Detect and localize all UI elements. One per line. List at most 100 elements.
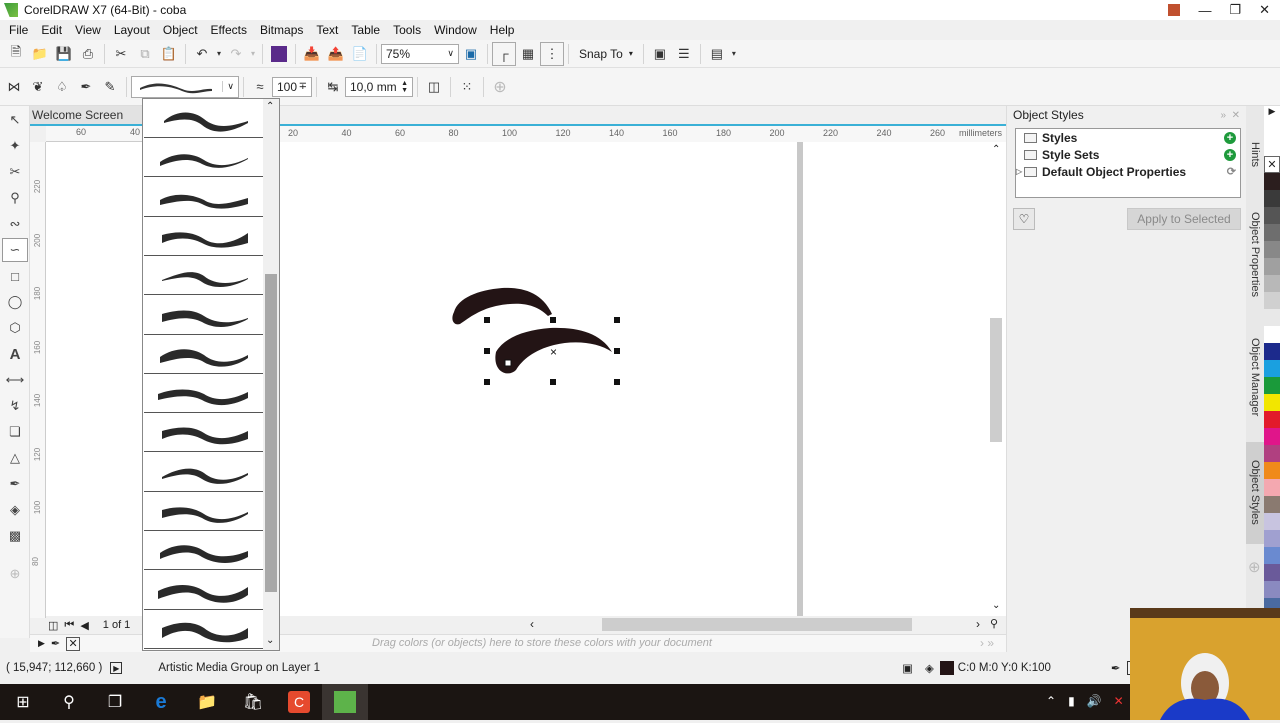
menu-tools[interactable]: Tools bbox=[393, 23, 421, 37]
color-proofing-icon[interactable]: ▣ bbox=[902, 661, 913, 675]
drop-shadow-tool-icon[interactable]: ❏ bbox=[2, 420, 28, 444]
camtasia-icon[interactable]: C bbox=[276, 684, 322, 720]
tab-hints[interactable]: Hints bbox=[1246, 124, 1264, 180]
connector-tool-icon[interactable]: ↯ bbox=[2, 394, 28, 418]
scroll-up-icon[interactable]: ⌃ bbox=[266, 101, 274, 112]
menu-table[interactable]: Table bbox=[351, 23, 380, 37]
save-icon[interactable]: 💾 bbox=[52, 42, 76, 66]
tab-object-styles[interactable]: Object Styles bbox=[1246, 442, 1264, 544]
new-document-icon[interactable]: 🗎 bbox=[4, 42, 28, 66]
show-grid-icon[interactable]: ▦ bbox=[516, 42, 540, 66]
add-style-icon[interactable]: + bbox=[1224, 131, 1236, 144]
expand-icon[interactable]: ▷ bbox=[1016, 167, 1022, 176]
paste-icon[interactable]: 📋 bbox=[157, 42, 181, 66]
tree-item-styles[interactable]: Styles + bbox=[1016, 129, 1240, 146]
freehand-tool-icon[interactable]: ∾ bbox=[2, 212, 28, 236]
zoom-level-select[interactable]: 75% ∨ bbox=[381, 43, 459, 64]
polygon-tool-icon[interactable]: ⬡ bbox=[2, 316, 28, 340]
undo-icon[interactable]: ↶ bbox=[190, 42, 214, 66]
brush-preset-item[interactable] bbox=[144, 138, 264, 178]
network-icon[interactable]: ✕ bbox=[1114, 694, 1124, 708]
brush-preset-item[interactable] bbox=[144, 99, 264, 138]
color-swatch[interactable] bbox=[1264, 343, 1280, 360]
rectangle-tool-icon[interactable]: □ bbox=[2, 264, 28, 288]
zoom-navigator-icon[interactable]: ⚲ bbox=[990, 617, 998, 630]
scroll-right-icon[interactable]: › bbox=[976, 617, 980, 631]
slider-icon[interactable]: ∓ bbox=[299, 81, 307, 92]
color-swatch[interactable] bbox=[1264, 445, 1280, 462]
chevron-down-icon[interactable]: ▾ bbox=[729, 42, 739, 66]
brush-preset-item[interactable] bbox=[144, 216, 264, 256]
transparency-tool-icon[interactable]: △ bbox=[2, 446, 28, 470]
brush-preset-item[interactable] bbox=[144, 374, 264, 414]
scroll-up-icon[interactable]: ⌃ bbox=[992, 144, 1000, 155]
print-icon[interactable]: ⎙ bbox=[76, 42, 100, 66]
preset-stroke-select[interactable]: ∨ bbox=[131, 75, 239, 98]
add-style-set-icon[interactable]: + bbox=[1224, 148, 1236, 161]
brush-preset-item[interactable] bbox=[144, 492, 264, 531]
tab-welcome-screen[interactable]: Welcome Screen bbox=[30, 108, 123, 122]
options-icon[interactable]: ☰ bbox=[672, 42, 696, 66]
color-swatch[interactable] bbox=[1264, 564, 1280, 581]
color-swatch[interactable] bbox=[1264, 462, 1280, 479]
horizontal-scrollbar[interactable]: ‹ › ⚲ bbox=[280, 616, 1006, 634]
dropdown-scrollbar[interactable]: ⌃ ⌄ bbox=[263, 99, 279, 650]
vertical-scrollbar[interactable]: ⌃ ⌄ bbox=[988, 142, 1006, 616]
no-fill-swatch[interactable]: ✕ bbox=[1264, 156, 1280, 173]
dropdown-scroll-thumb[interactable] bbox=[265, 274, 277, 592]
close-docker-icon[interactable]: ✕ bbox=[1232, 110, 1240, 121]
scroll-down-icon[interactable]: ⌄ bbox=[992, 600, 1000, 611]
tab-object-manager[interactable]: Object Manager bbox=[1246, 320, 1264, 426]
restore-button[interactable]: ❐ bbox=[1229, 2, 1241, 18]
no-color-swatch[interactable]: ✕ bbox=[66, 636, 81, 651]
play-icon[interactable]: ▶ bbox=[110, 662, 123, 674]
add-tool-icon[interactable]: ⊕ bbox=[2, 562, 28, 586]
tree-item-style-sets[interactable]: Style Sets + bbox=[1016, 146, 1240, 163]
brush-preset-item[interactable] bbox=[144, 177, 264, 217]
spinner-icon[interactable]: ▲ ▼ bbox=[401, 80, 408, 94]
color-swatch[interactable] bbox=[1264, 547, 1280, 564]
copy-icon[interactable]: ⧉ bbox=[133, 42, 157, 66]
color-swatch[interactable] bbox=[1264, 190, 1280, 207]
full-screen-preview-icon[interactable]: ▣ bbox=[459, 42, 483, 66]
show-guidelines-icon[interactable]: ⋮ bbox=[540, 41, 564, 66]
color-swatch[interactable] bbox=[1264, 513, 1280, 530]
ellipse-tool-icon[interactable]: ◯ bbox=[2, 290, 28, 314]
interactive-fill-tool-icon[interactable]: ◈ bbox=[2, 498, 28, 522]
brush-preset-item[interactable] bbox=[144, 609, 264, 649]
show-hidden-icons[interactable]: ⌃ bbox=[1046, 694, 1056, 708]
undo-dropdown-icon[interactable]: ▾ bbox=[214, 42, 224, 66]
smart-fill-tool-icon[interactable]: ▩ bbox=[2, 524, 28, 548]
color-swatch[interactable] bbox=[1264, 411, 1280, 428]
menu-window[interactable]: Window bbox=[434, 23, 477, 37]
color-swatch[interactable] bbox=[1264, 275, 1280, 292]
menu-bitmaps[interactable]: Bitmaps bbox=[260, 23, 303, 37]
welcome-screen-icon[interactable]: ▣ bbox=[648, 42, 672, 66]
pick-tool-icon[interactable]: ↖ bbox=[2, 108, 28, 132]
color-swatch[interactable] bbox=[1264, 428, 1280, 445]
menu-text[interactable]: Text bbox=[316, 23, 338, 37]
palette-flyout-icon[interactable]: ▶ bbox=[38, 638, 45, 649]
menu-view[interactable]: View bbox=[75, 23, 101, 37]
color-swatch[interactable] bbox=[1264, 173, 1280, 190]
pressure-mode-icon[interactable]: ✎ bbox=[98, 75, 122, 99]
menu-edit[interactable]: Edit bbox=[41, 23, 62, 37]
redo-dropdown-icon[interactable]: ▾ bbox=[248, 42, 258, 66]
brush-mode-icon[interactable]: ❦ bbox=[26, 75, 50, 99]
brush-preset-item[interactable] bbox=[144, 531, 264, 571]
smoothing-input[interactable]: 100 ∓ bbox=[272, 76, 312, 97]
publish-pdf-icon[interactable]: 📄 bbox=[348, 42, 372, 66]
crop-tool-icon[interactable]: ✂ bbox=[2, 160, 28, 184]
color-swatch[interactable] bbox=[1264, 360, 1280, 377]
volume-icon[interactable]: 🔊 bbox=[1087, 694, 1102, 708]
add-icon[interactable]: ⊕ bbox=[488, 75, 512, 99]
task-view-icon[interactable]: ❐ bbox=[92, 684, 138, 720]
brush-preset-item[interactable] bbox=[144, 295, 264, 335]
reset-icon[interactable]: ⟳ bbox=[1227, 165, 1236, 178]
artistic-media-tool-icon[interactable]: ∽ bbox=[2, 238, 28, 262]
color-swatch[interactable] bbox=[1264, 258, 1280, 275]
brush-preset-item[interactable] bbox=[144, 334, 264, 374]
zoom-tool-icon[interactable]: ⚲ bbox=[2, 186, 28, 210]
open-icon[interactable]: 📁 bbox=[28, 42, 52, 66]
horizontal-scroll-thumb[interactable] bbox=[602, 618, 912, 631]
